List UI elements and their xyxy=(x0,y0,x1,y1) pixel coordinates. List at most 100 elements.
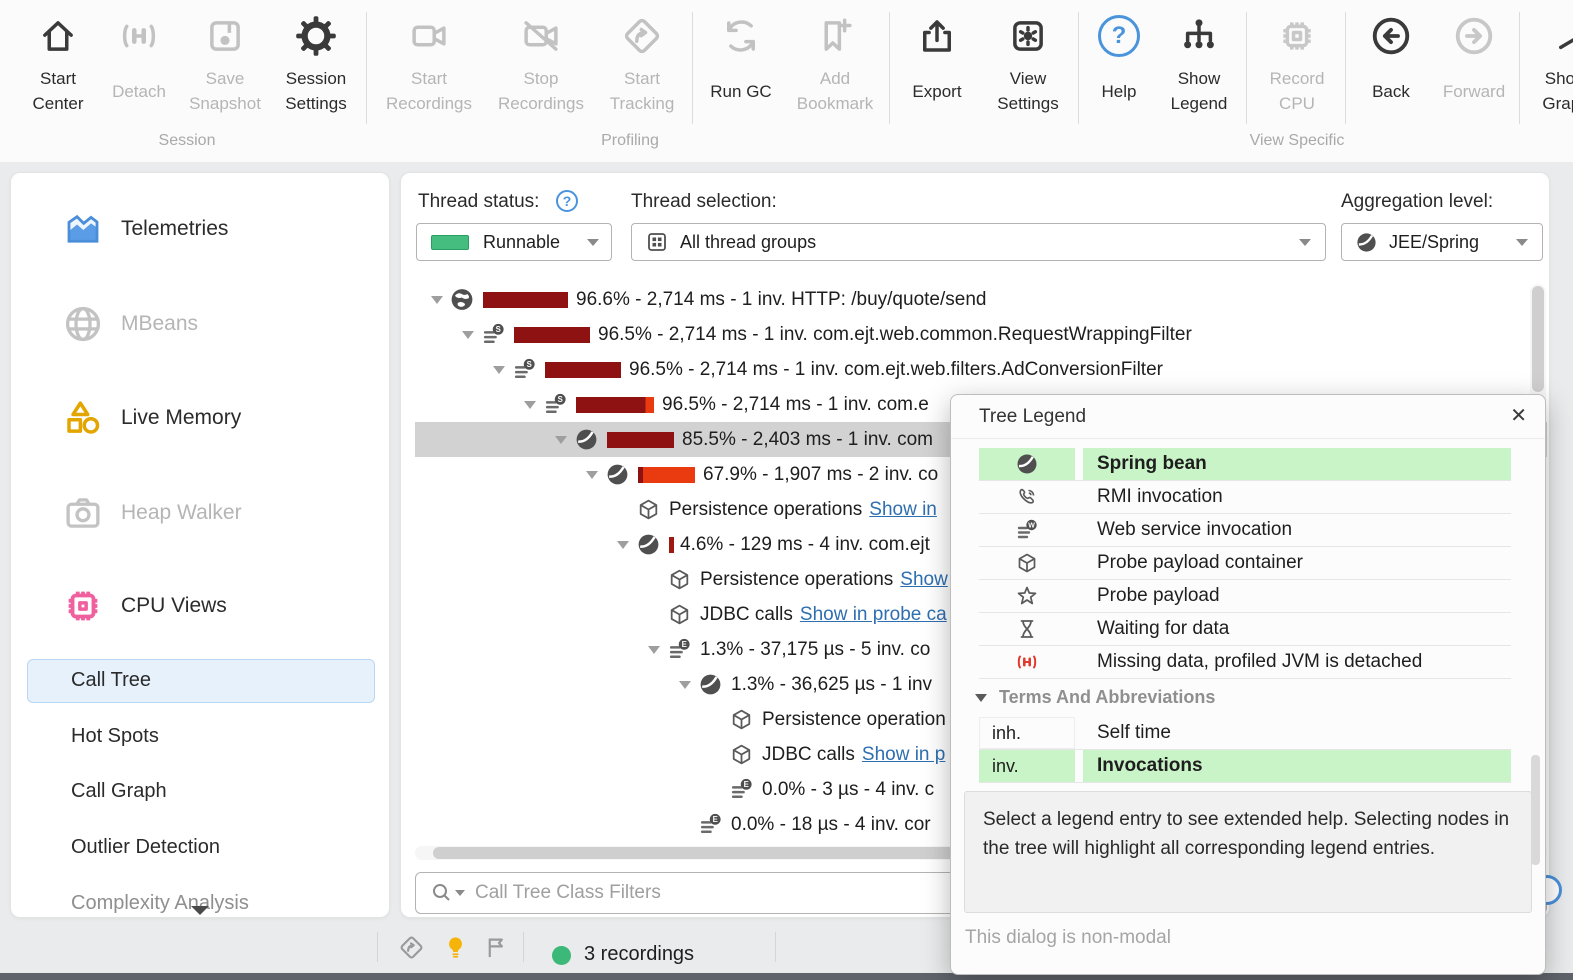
thread-status-dropdown[interactable]: Runnable xyxy=(416,223,612,261)
spring-bean-icon xyxy=(1355,231,1378,254)
export-icon xyxy=(916,10,958,62)
thread-selection-dropdown[interactable]: All thread groups xyxy=(631,223,1326,261)
sidebar-item-live-memory[interactable]: Live Memory xyxy=(11,390,389,446)
spring-bean-icon xyxy=(697,672,723,698)
expanded-arrow-icon[interactable] xyxy=(586,470,598,479)
forward-button: Forward xyxy=(1432,6,1516,136)
sidebar-item-outlier-detection[interactable]: Outlier Detection xyxy=(71,836,220,859)
thread-selection-value: All thread groups xyxy=(680,231,817,252)
legend-row-web-service[interactable]: W Web service invocation xyxy=(979,514,1511,547)
thread-groups-grid-icon xyxy=(645,230,669,254)
term-row-inh[interactable]: inh. Self time xyxy=(979,717,1511,750)
svg-text:W: W xyxy=(1028,523,1035,530)
ejb-icon: E xyxy=(666,637,692,663)
sidebar-item-telemetries[interactable]: Telemetries xyxy=(11,201,389,257)
terms-section-header[interactable]: Terms And Abbreviations xyxy=(975,687,1215,708)
node-text: 4.6% - 129 ms - 4 inv. com.ejt xyxy=(680,533,930,555)
expanded-arrow-icon[interactable] xyxy=(431,295,443,304)
dialog-divider xyxy=(951,438,1545,439)
terms-table: inh. Self time inv. Invocations xyxy=(979,717,1511,783)
sidebar-item-cpu-views[interactable]: CPU Views xyxy=(11,578,389,634)
probe-container-cube-icon xyxy=(979,547,1075,579)
sidebar-item-hot-spots[interactable]: Hot Spots xyxy=(71,725,159,748)
call-tree-row[interactable]: 96.6% - 2,714 ms - 1 inv. HTTP: /buy/quo… xyxy=(415,282,1547,317)
expanded-arrow-icon[interactable] xyxy=(648,645,660,654)
legend-row-probe-container[interactable]: Probe payload container xyxy=(979,547,1511,580)
dialog-scrollbar[interactable] xyxy=(1531,755,1540,865)
status-separator xyxy=(377,932,378,962)
node-text: JDBC calls xyxy=(700,603,793,625)
thread-status-help-icon[interactable]: ? xyxy=(556,190,578,212)
search-icon[interactable] xyxy=(430,881,465,905)
export-button[interactable]: Export xyxy=(896,6,978,136)
toolbar-separator xyxy=(366,12,367,124)
help-button[interactable]: ? Help xyxy=(1086,6,1152,136)
probe-container-cube-icon xyxy=(728,707,754,733)
expanded-arrow-icon[interactable] xyxy=(679,680,691,689)
sidebar-scroll-more-indicator[interactable] xyxy=(191,906,209,915)
start-center-button[interactable]: Start Center xyxy=(16,6,100,136)
back-button[interactable]: Back xyxy=(1352,6,1430,136)
flag-icon[interactable] xyxy=(483,934,510,961)
time-bar xyxy=(545,361,621,378)
time-bar xyxy=(483,291,568,308)
show-legend-button[interactable]: Show Legend xyxy=(1154,6,1244,136)
show-in-probe-link[interactable]: Show in xyxy=(869,499,937,521)
legend-row-probe-payload[interactable]: Probe payload xyxy=(979,580,1511,613)
lightbulb-icon[interactable] xyxy=(442,934,469,961)
thread-status-value: Runnable xyxy=(483,231,561,252)
web-service-icon: W xyxy=(979,514,1075,546)
forward-arrow-icon xyxy=(1453,10,1495,62)
node-text: 1.3% - 36,625 µs - 1 inv xyxy=(731,673,933,695)
session-settings-button[interactable]: Session Settings xyxy=(268,6,364,136)
view-settings-button[interactable]: View Settings xyxy=(980,6,1076,136)
ejb-icon: E xyxy=(728,777,754,803)
legend-row-spring-bean[interactable]: Spring bean xyxy=(979,448,1511,481)
svg-text:E: E xyxy=(743,780,748,789)
expanded-arrow-icon[interactable] xyxy=(555,435,567,444)
node-text: 67.9% - 1,907 ms - 2 inv. co xyxy=(703,463,939,485)
legend-table: Spring bean RMI invocation W Web service… xyxy=(979,448,1511,679)
sidebar-item-heap-walker: Heap Walker xyxy=(11,485,389,541)
star-icon xyxy=(979,580,1075,612)
save-snapshot-button: Save Snapshot xyxy=(180,6,270,136)
expanded-arrow-icon[interactable] xyxy=(524,400,536,409)
time-bar xyxy=(607,431,674,448)
legend-row-missing-data[interactable]: Missing data, profiled JVM is detached xyxy=(979,646,1511,679)
node-text: Persistence operations xyxy=(700,568,894,590)
sidebar-item-call-tree[interactable]: Call Tree xyxy=(71,669,151,692)
hourglass-icon xyxy=(979,613,1075,645)
sidebar-item-call-graph[interactable]: Call Graph xyxy=(71,780,167,803)
expanded-arrow-icon[interactable] xyxy=(493,365,505,374)
bookmark-plus-icon xyxy=(814,10,856,62)
rmi-phone-icon xyxy=(979,481,1075,513)
chevron-down-icon xyxy=(1516,238,1528,246)
call-tree-row[interactable]: S 96.5% - 2,714 ms - 1 inv. com.ejt.web.… xyxy=(415,352,1547,387)
term-row-inv[interactable]: inv. Invocations xyxy=(979,750,1511,783)
run-gc-button[interactable]: Run GC xyxy=(698,6,784,136)
show-in-probe-link[interactable]: Show in p xyxy=(862,744,945,766)
show-graph-button[interactable]: Show Graph xyxy=(1526,6,1573,136)
ejb-icon: E xyxy=(697,812,723,838)
tracking-status-icon[interactable] xyxy=(398,934,425,961)
aggregation-level-dropdown[interactable]: JEE/Spring xyxy=(1341,223,1543,261)
chevron-down-icon xyxy=(587,238,599,246)
recordings-count[interactable]: 3 recordings xyxy=(584,943,694,966)
expanded-arrow-icon[interactable] xyxy=(617,540,629,549)
legend-row-rmi[interactable]: RMI invocation xyxy=(979,481,1511,514)
probe-container-cube-icon xyxy=(666,567,692,593)
close-icon[interactable]: ✕ xyxy=(1510,403,1527,428)
expanded-arrow-icon[interactable] xyxy=(462,330,474,339)
svg-text:S: S xyxy=(495,325,500,334)
show-in-probe-link[interactable]: Show in probe ca xyxy=(800,604,947,626)
sidebar-item-complexity-analysis[interactable]: Complexity Analysis xyxy=(71,892,249,915)
show-in-probe-link[interactable]: Show xyxy=(900,569,948,591)
legend-row-waiting[interactable]: Waiting for data xyxy=(979,613,1511,646)
thread-status-label: Thread status: xyxy=(418,191,540,212)
toolbar-separator xyxy=(1345,12,1346,124)
tree-legend-dialog: Tree Legend ✕ Spring bean RMI invocation… xyxy=(950,394,1546,975)
spring-bean-icon xyxy=(635,532,661,558)
toolbar-separator xyxy=(1078,12,1079,124)
status-separator xyxy=(775,932,776,962)
call-tree-row[interactable]: S 96.5% - 2,714 ms - 1 inv. com.ejt.web.… xyxy=(415,317,1547,352)
